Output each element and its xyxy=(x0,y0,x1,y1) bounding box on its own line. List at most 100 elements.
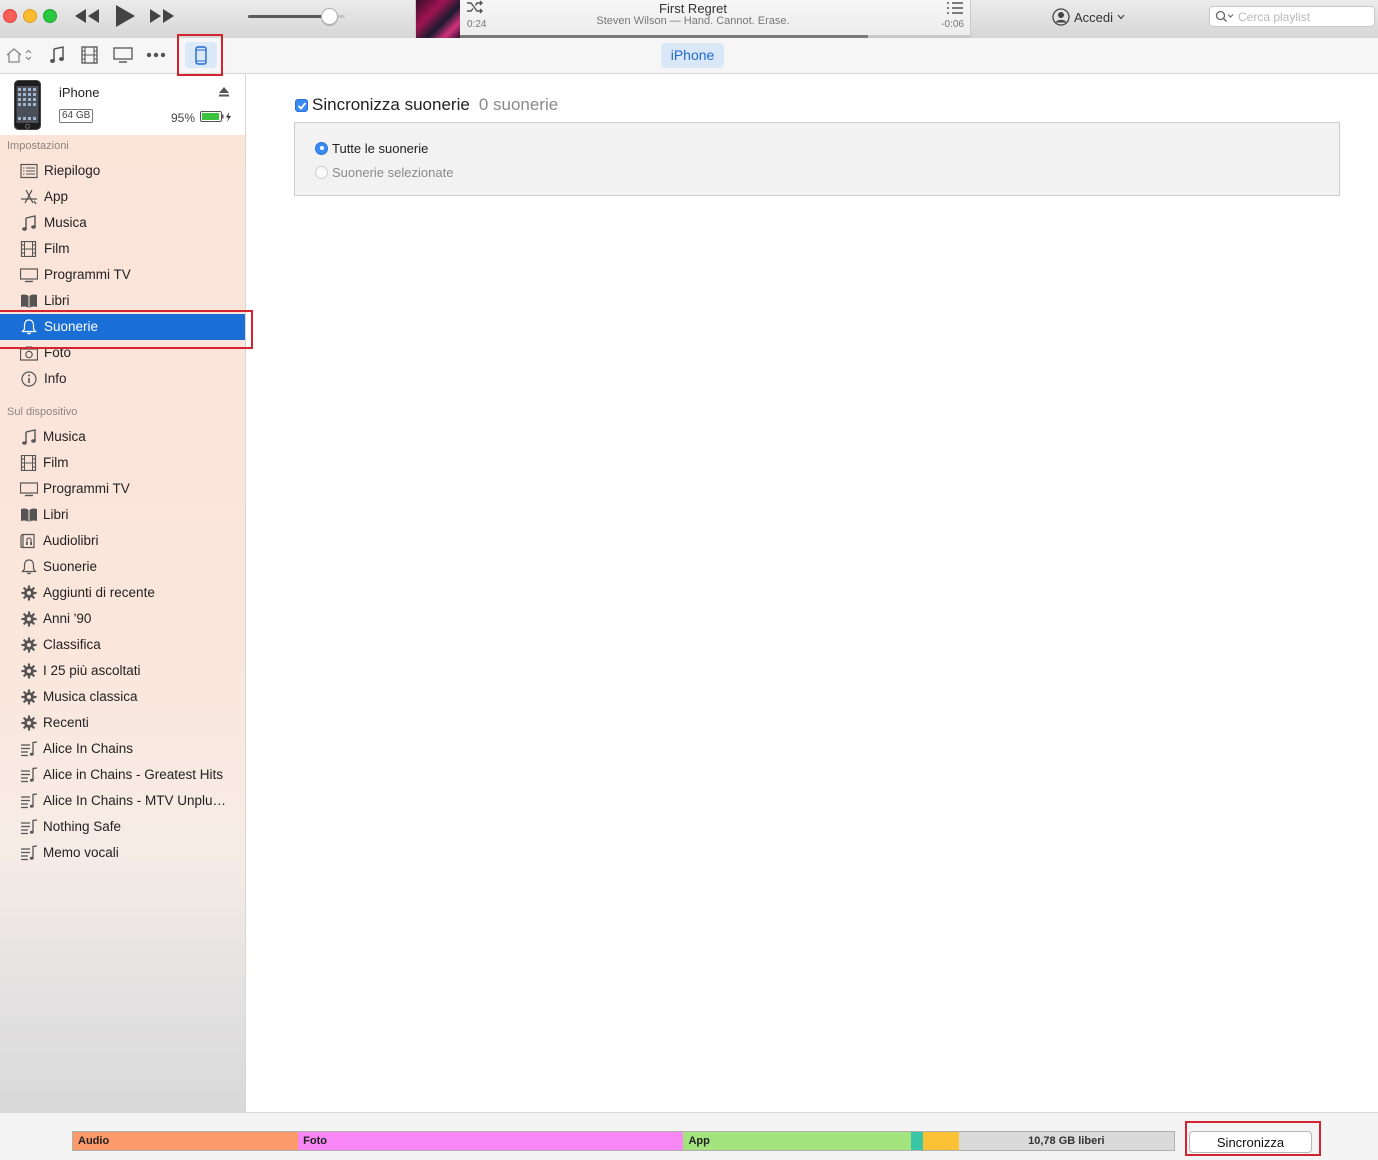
sidebar-item-label: Aggiunti di recente xyxy=(43,585,155,600)
volume-knob[interactable] xyxy=(321,8,338,25)
time-remaining[interactable]: -0:06 xyxy=(941,19,964,30)
sidebar-item-label: I 25 più ascoltati xyxy=(43,663,141,678)
sidebar-item-label: Film xyxy=(44,241,70,256)
sidebar-device-item-musica[interactable]: Musica xyxy=(0,424,245,450)
sidebar-item-musica[interactable]: Musica xyxy=(0,210,245,236)
sidebar-item-info[interactable]: Info xyxy=(0,366,245,392)
music-note-icon xyxy=(50,46,64,63)
sidebar-item-label: Suonerie xyxy=(43,559,98,574)
fast-forward-icon xyxy=(150,9,174,23)
sidebar-item-label: Anni '90 xyxy=(43,611,92,626)
account-button[interactable]: Accedi xyxy=(1052,7,1125,27)
sidebar-item-label: Classifica xyxy=(43,637,101,652)
sidebar-device-item-alice-in-chains-greatest-hits[interactable]: Alice in Chains - Greatest Hits xyxy=(0,762,245,788)
rewind-button[interactable] xyxy=(73,5,101,27)
sidebar-device-item-alice-in-chains[interactable]: Alice In Chains xyxy=(0,736,245,762)
sidebar-device-item-programmi-tv[interactable]: Programmi TV xyxy=(0,476,245,502)
music-note-icon xyxy=(20,215,38,231)
tv-button[interactable] xyxy=(113,46,133,64)
sidebar-item-libri[interactable]: Libri xyxy=(0,288,245,314)
film-button[interactable] xyxy=(81,46,98,64)
fullscreen-window-button[interactable] xyxy=(43,9,57,23)
storage-capacity-bar[interactable]: Audio Foto App 10,78 GB liberi xyxy=(72,1131,1175,1151)
playlist-icon xyxy=(20,793,38,809)
sidebar-device-item-i-25-pi-ascoltati[interactable]: I 25 più ascoltati xyxy=(0,658,245,684)
sidebar-item-foto[interactable]: Foto xyxy=(0,340,245,366)
sidebar-item-label: Programmi TV xyxy=(43,481,130,496)
music-note-icon xyxy=(20,429,38,445)
info-icon xyxy=(20,371,38,387)
storage-segment-app[interactable]: App xyxy=(683,1132,911,1150)
sidebar-item-label: Musica xyxy=(43,429,86,444)
now-playing-display: First Regret Steven Wilson — Hand. Canno… xyxy=(415,0,971,38)
film-icon xyxy=(81,46,98,64)
sidebar-device-item-suonerie[interactable]: Suonerie xyxy=(0,554,245,580)
storage-segment-other[interactable] xyxy=(922,1132,959,1150)
sidebar-item-label: Programmi TV xyxy=(44,267,131,282)
radio-button-selected[interactable] xyxy=(315,141,328,155)
close-window-button[interactable] xyxy=(3,9,17,23)
library-selector[interactable] xyxy=(5,46,35,64)
storage-segment-other[interactable] xyxy=(910,1132,923,1150)
sidebar-device-item-classifica[interactable]: Classifica xyxy=(0,632,245,658)
sync-button[interactable]: Sincronizza xyxy=(1189,1131,1312,1153)
sync-options-box: Tutte le suonerie Suonerie selezionate xyxy=(294,122,1340,196)
storage-segment-audio[interactable]: Audio xyxy=(73,1132,299,1150)
device-tab[interactable]: iPhone xyxy=(661,43,724,68)
book-icon xyxy=(20,293,38,309)
chevron-down-icon xyxy=(1117,14,1125,20)
sidebar-device-item-libri[interactable]: Libri xyxy=(0,502,245,528)
device-button[interactable] xyxy=(185,42,217,68)
summary-icon xyxy=(20,163,38,179)
sidebar-device-item-audiolibri[interactable]: Audiolibri xyxy=(0,528,245,554)
storage-segment-free[interactable]: 10,78 GB liberi xyxy=(958,1132,1174,1150)
sidebar-item-label: Nothing Safe xyxy=(43,819,122,834)
bell-icon xyxy=(20,319,38,335)
tv-icon xyxy=(113,47,133,63)
title-bar: First Regret Steven Wilson — Hand. Canno… xyxy=(0,0,1378,39)
sidebar-device-item-aggiunti-di-recente[interactable]: Aggiunti di recente xyxy=(0,580,245,606)
gear-icon xyxy=(20,663,38,679)
sidebar-item-suonerie[interactable]: Suonerie xyxy=(0,314,245,340)
eject-button[interactable] xyxy=(218,86,230,97)
radio-all-ringtones[interactable]: Tutte le suonerie xyxy=(315,139,428,157)
play-icon xyxy=(116,5,135,27)
sidebar-item-label: Musica classica xyxy=(43,689,138,704)
list-icon xyxy=(947,2,963,14)
sidebar-item-app[interactable]: App xyxy=(0,184,245,210)
camera-icon xyxy=(20,345,38,361)
sidebar-device-item-recenti[interactable]: Recenti xyxy=(0,710,245,736)
play-button[interactable] xyxy=(113,3,137,29)
sidebar-device-item-nothing-safe[interactable]: Nothing Safe xyxy=(0,814,245,840)
sidebar-device-item-musica-classica[interactable]: Musica classica xyxy=(0,684,245,710)
minimize-window-button[interactable] xyxy=(23,9,37,23)
sidebar-item-programmi-tv[interactable]: Programmi TV xyxy=(0,262,245,288)
radio-selected-ringtones[interactable]: Suonerie selezionate xyxy=(315,163,453,181)
sync-ringtones-label[interactable]: Sincronizza suonerie xyxy=(312,95,470,115)
music-button[interactable] xyxy=(49,46,65,64)
search-box[interactable] xyxy=(1209,6,1375,27)
iphone-device-image xyxy=(14,80,41,130)
radio-button-unselected[interactable] xyxy=(315,165,328,179)
up-next-button[interactable] xyxy=(946,1,964,15)
sidebar-device-item-film[interactable]: Film xyxy=(0,450,245,476)
sidebar-item-film[interactable]: Film xyxy=(0,236,245,262)
more-button[interactable] xyxy=(146,48,166,62)
sidebar-device-item-alice-in-chains-mtv-unplu[interactable]: Alice In Chains - MTV Unplu… xyxy=(0,788,245,814)
sidebar-item-label: Info xyxy=(44,371,67,386)
device-header[interactable]: iPhone 64 GB 95% xyxy=(0,74,245,135)
sidebar-item-label: Film xyxy=(43,455,69,470)
sidebar-item-label: Recenti xyxy=(43,715,89,730)
sidebar-item-riepilogo[interactable]: Riepilogo xyxy=(0,158,245,184)
sidebar-device-item-anni-90[interactable]: Anni '90 xyxy=(0,606,245,632)
sidebar-device-item-memo-vocali[interactable]: Memo vocali xyxy=(0,840,245,866)
storage-segment-foto[interactable]: Foto xyxy=(298,1132,684,1150)
search-input[interactable] xyxy=(1238,9,1368,24)
home-icon xyxy=(6,48,32,63)
sidebar-item-label: App xyxy=(44,189,69,204)
sync-ringtones-header: Sincronizza suonerie 0 suonerie xyxy=(295,95,558,115)
fast-forward-button[interactable] xyxy=(148,5,176,27)
sync-ringtones-checkbox[interactable] xyxy=(295,98,308,112)
sidebar-item-label: Libri xyxy=(44,293,70,308)
playlist-icon xyxy=(20,845,38,861)
